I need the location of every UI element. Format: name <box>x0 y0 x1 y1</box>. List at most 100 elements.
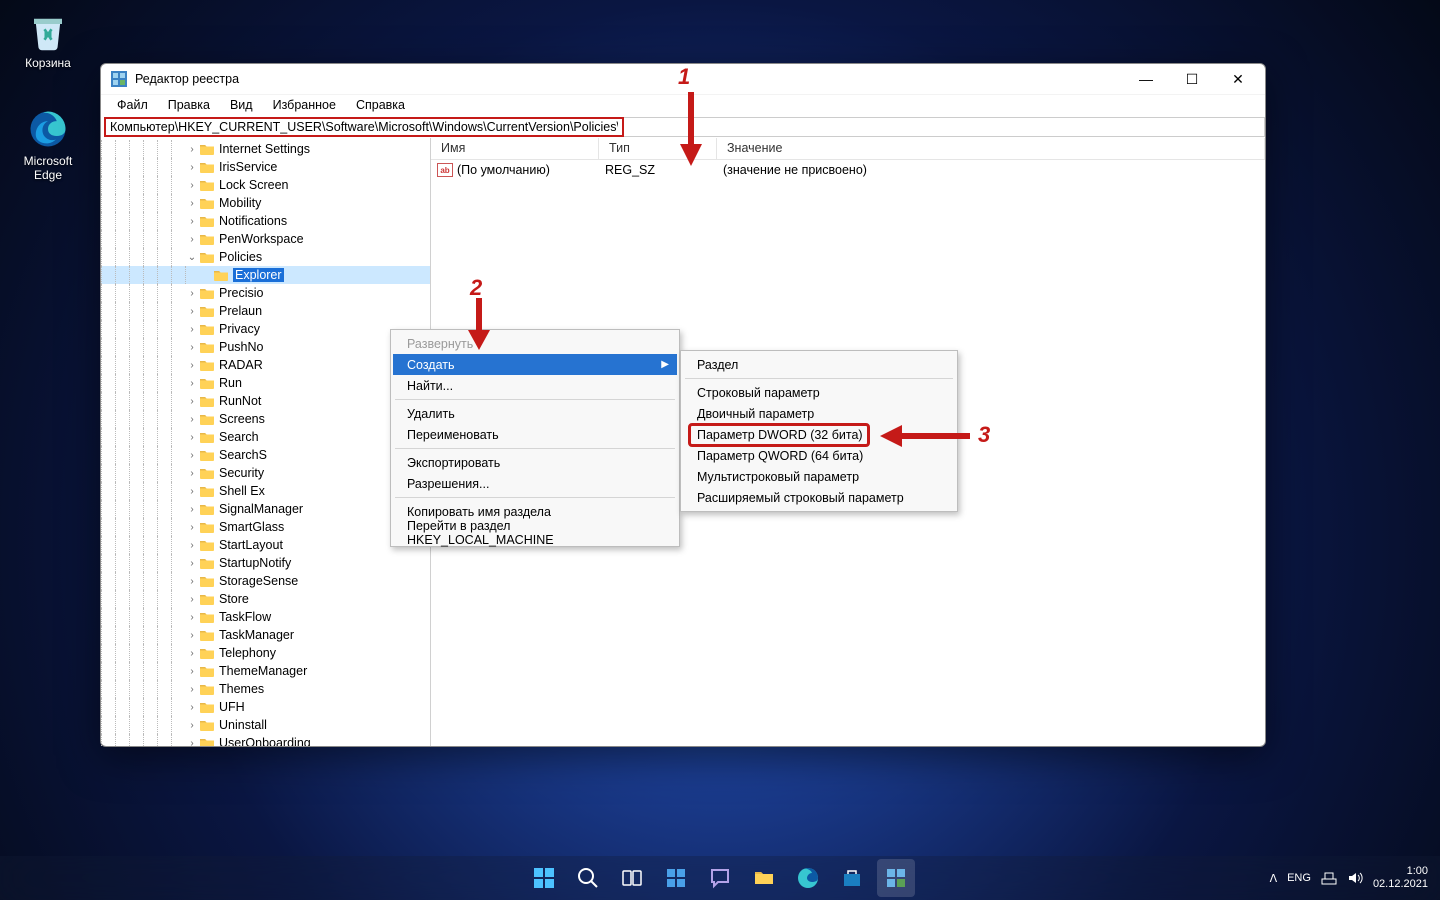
tree-item[interactable]: ›Store <box>101 590 430 608</box>
chevron-icon[interactable]: › <box>185 684 199 695</box>
maximize-button[interactable]: ☐ <box>1169 64 1215 94</box>
regedit-taskbar[interactable] <box>877 859 915 897</box>
chevron-icon[interactable]: › <box>185 324 199 335</box>
chevron-icon[interactable]: › <box>185 738 199 747</box>
chevron-icon[interactable]: › <box>185 342 199 353</box>
chevron-icon[interactable]: › <box>185 378 199 389</box>
chevron-icon[interactable]: › <box>185 648 199 659</box>
tree-item[interactable]: ›UserOnboarding <box>101 734 430 746</box>
menu-edit[interactable]: Правка <box>158 95 220 116</box>
edge-button[interactable] <box>789 859 827 897</box>
desktop-recycle-bin[interactable]: Корзина <box>10 10 86 70</box>
ctx-new[interactable]: Создать▶ <box>393 354 677 375</box>
chevron-icon[interactable]: ⌄ <box>185 252 199 263</box>
clock[interactable]: 1:00 02.12.2021 <box>1373 865 1428 891</box>
tree-item[interactable]: ›Notifications <box>101 212 430 230</box>
chevron-icon[interactable]: › <box>185 486 199 497</box>
taskbar[interactable]: ᐱ ENG 1:00 02.12.2021 <box>0 856 1440 900</box>
chevron-icon[interactable]: › <box>185 198 199 209</box>
ctx-new-string[interactable]: Строковый параметр <box>683 382 955 403</box>
tree-item[interactable]: ›UFH <box>101 698 430 716</box>
explorer-button[interactable] <box>745 859 783 897</box>
tree-item[interactable]: ›PenWorkspace <box>101 230 430 248</box>
list-row-default[interactable]: ab (По умолчанию) REG_SZ (значение не пр… <box>431 160 1265 180</box>
tree-item[interactable]: ›PushNo <box>101 338 430 356</box>
tree-item[interactable]: ›RADAR <box>101 356 430 374</box>
tree-item[interactable]: ›TaskFlow <box>101 608 430 626</box>
chevron-icon[interactable]: › <box>185 630 199 641</box>
tree-item[interactable]: ›TaskManager <box>101 626 430 644</box>
chevron-icon[interactable]: › <box>185 180 199 191</box>
ctx-permissions[interactable]: Разрешения... <box>393 473 677 494</box>
tree-item[interactable]: ›Run <box>101 374 430 392</box>
search-button[interactable] <box>569 859 607 897</box>
ctx-export[interactable]: Экспортировать <box>393 452 677 473</box>
chevron-icon[interactable]: › <box>185 414 199 425</box>
chevron-icon[interactable]: › <box>185 216 199 227</box>
widgets-button[interactable] <box>657 859 695 897</box>
tree-item[interactable]: ›SmartGlass <box>101 518 430 536</box>
tree-item[interactable]: ⌄Policies <box>101 248 430 266</box>
chevron-icon[interactable]: › <box>185 234 199 245</box>
address-input[interactable] <box>104 117 624 137</box>
chevron-icon[interactable]: › <box>185 702 199 713</box>
tree-item[interactable]: ›StartupNotify <box>101 554 430 572</box>
tree-item[interactable]: ›Security <box>101 464 430 482</box>
chevron-icon[interactable]: › <box>185 144 199 155</box>
ctx-rename[interactable]: Переименовать <box>393 424 677 445</box>
start-button[interactable] <box>525 859 563 897</box>
ctx-new-multistring[interactable]: Мультистроковый параметр <box>683 466 955 487</box>
tree-item[interactable]: ›Prelaun <box>101 302 430 320</box>
chevron-icon[interactable]: › <box>185 288 199 299</box>
chevron-icon[interactable]: › <box>185 432 199 443</box>
chat-button[interactable] <box>701 859 739 897</box>
menu-favorites[interactable]: Избранное <box>263 95 346 116</box>
chevron-icon[interactable]: › <box>185 540 199 551</box>
chevron-icon[interactable]: › <box>185 162 199 173</box>
store-button[interactable] <box>833 859 871 897</box>
menu-help[interactable]: Справка <box>346 95 415 116</box>
tree-item[interactable]: ›Internet Settings <box>101 140 430 158</box>
chevron-icon[interactable]: › <box>185 468 199 479</box>
taskview-button[interactable] <box>613 859 651 897</box>
tray-chevron[interactable]: ᐱ <box>1270 872 1278 885</box>
chevron-icon[interactable]: › <box>185 666 199 677</box>
ctx-new-expandstring[interactable]: Расширяемый строковый параметр <box>683 487 955 508</box>
address-input-extra[interactable] <box>624 117 1265 137</box>
ctx-delete[interactable]: Удалить <box>393 403 677 424</box>
menu-file[interactable]: Файл <box>107 95 158 116</box>
chevron-icon[interactable]: › <box>185 360 199 371</box>
tree-item[interactable]: Explorer <box>101 266 430 284</box>
chevron-icon[interactable]: › <box>185 522 199 533</box>
tree-item[interactable]: ›Uninstall <box>101 716 430 734</box>
tree-item[interactable]: ›IrisService <box>101 158 430 176</box>
ctx-new-key[interactable]: Раздел <box>683 354 955 375</box>
minimize-button[interactable]: — <box>1123 64 1169 94</box>
chevron-icon[interactable]: › <box>185 450 199 461</box>
col-name[interactable]: Имя <box>431 138 599 159</box>
tree-item[interactable]: ›Privacy <box>101 320 430 338</box>
ctx-goto-hklm[interactable]: Перейти в раздел HKEY_LOCAL_MACHINE <box>393 522 677 543</box>
tree-item[interactable]: ›Precisio <box>101 284 430 302</box>
tree-item[interactable]: ›Mobility <box>101 194 430 212</box>
chevron-icon[interactable]: › <box>185 306 199 317</box>
tree-item[interactable]: ›Telephony <box>101 644 430 662</box>
chevron-icon[interactable]: › <box>185 396 199 407</box>
tray-language[interactable]: ENG <box>1287 872 1311 884</box>
desktop-edge[interactable]: Microsoft Edge <box>10 108 86 182</box>
tree-item[interactable]: ›StorageSense <box>101 572 430 590</box>
tree-item[interactable]: ›Shell Ex <box>101 482 430 500</box>
tree-item[interactable]: ›Search <box>101 428 430 446</box>
tree-item[interactable]: ›SignalManager <box>101 500 430 518</box>
chevron-icon[interactable]: › <box>185 612 199 623</box>
chevron-icon[interactable]: › <box>185 594 199 605</box>
tree-item[interactable]: ›Screens <box>101 410 430 428</box>
tree-item[interactable]: ›SearchS <box>101 446 430 464</box>
ctx-new-qword[interactable]: Параметр QWORD (64 бита) <box>683 445 955 466</box>
tree-item[interactable]: ›ThemeManager <box>101 662 430 680</box>
network-icon[interactable] <box>1321 870 1337 886</box>
close-button[interactable]: ✕ <box>1215 64 1261 94</box>
tree-item[interactable]: ›StartLayout <box>101 536 430 554</box>
chevron-icon[interactable]: › <box>185 720 199 731</box>
chevron-icon[interactable]: › <box>185 558 199 569</box>
